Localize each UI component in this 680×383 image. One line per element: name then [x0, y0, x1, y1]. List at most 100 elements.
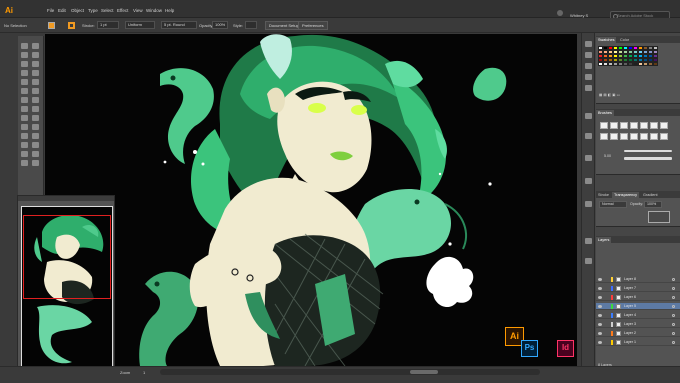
layer-target-icon[interactable] [672, 314, 675, 317]
brush-preset[interactable] [630, 133, 638, 140]
brush-preset[interactable] [660, 133, 668, 140]
blend-mode-select[interactable]: Normal [599, 201, 627, 208]
eyedropper-tool-icon[interactable] [21, 133, 28, 139]
layer-row[interactable]: Layer 4 [596, 312, 680, 319]
appearance-panel-icon[interactable] [585, 85, 592, 91]
brush-stroke-preview[interactable] [624, 157, 672, 160]
layer-target-icon[interactable] [672, 341, 675, 344]
brush-preset[interactable] [650, 122, 658, 129]
direct-selection-tool-icon[interactable] [32, 43, 39, 49]
type-tool-icon[interactable] [21, 70, 28, 76]
layer-row[interactable]: Layer 6 [596, 294, 680, 301]
fill-color-swatch[interactable] [48, 22, 55, 29]
menu-help[interactable]: Help [165, 6, 174, 16]
paintbrush-tool-icon[interactable] [32, 79, 39, 85]
eye-icon[interactable] [598, 332, 602, 335]
eye-icon[interactable] [598, 278, 602, 281]
menu-window[interactable]: Window [146, 6, 162, 16]
brush-preset[interactable] [660, 122, 668, 129]
graphic-style-picker[interactable] [245, 21, 257, 29]
shape-builder-tool-icon[interactable] [21, 115, 28, 121]
line-tool-icon[interactable] [32, 70, 39, 76]
navigator-view-frame[interactable] [23, 215, 111, 299]
layer-row[interactable]: Layer 8 [596, 276, 680, 283]
width-tool-icon[interactable] [21, 106, 28, 112]
preferences-button[interactable]: Preferences [298, 21, 328, 30]
opacity-field[interactable]: 100% [212, 21, 228, 29]
navigator-thumbnail[interactable] [21, 206, 113, 369]
pencil-tool-icon[interactable] [21, 88, 28, 94]
horizontal-scrollbar[interactable] [160, 369, 540, 375]
mesh-tool-icon[interactable] [21, 124, 28, 130]
swatch-library-icon[interactable]: ▦ ▤ ◧ ▣ ▭ [599, 93, 620, 97]
layer-target-icon[interactable] [672, 287, 675, 290]
tab-gradient[interactable]: Gradient [641, 192, 660, 198]
layer-row[interactable]: Layer 5 [596, 303, 680, 310]
brush-preset[interactable] [650, 133, 658, 140]
opacity-field[interactable]: 100% [644, 201, 662, 208]
eye-icon[interactable] [598, 305, 602, 308]
free-transform-tool-icon[interactable] [32, 106, 39, 112]
brush-stroke-preview[interactable] [624, 150, 672, 152]
lasso-tool-icon[interactable] [32, 52, 39, 58]
perspective-grid-tool-icon[interactable] [32, 115, 39, 121]
eye-icon[interactable] [598, 314, 602, 317]
artboard-tool-icon[interactable] [21, 151, 28, 157]
layer-row[interactable]: Layer 3 [596, 321, 680, 328]
scale-tool-icon[interactable] [32, 97, 39, 103]
tab-swatches[interactable]: Swatches [596, 37, 617, 43]
rotate-tool-icon[interactable] [21, 97, 28, 103]
transparency-panel-icon[interactable] [585, 178, 592, 184]
scrollbar-thumb[interactable] [410, 370, 438, 374]
color-swatch[interactable] [653, 62, 658, 66]
color-guide-panel-icon[interactable] [585, 52, 592, 58]
eraser-tool-icon[interactable] [32, 88, 39, 94]
layer-target-icon[interactable] [672, 278, 675, 281]
brush-preset[interactable] [600, 122, 608, 129]
menu-type[interactable]: Type [88, 6, 98, 16]
symbols-panel-icon[interactable] [585, 113, 592, 119]
slice-tool-icon[interactable] [32, 151, 39, 157]
tab-color[interactable]: Color [618, 37, 631, 43]
rectangle-tool-icon[interactable] [21, 79, 28, 85]
gradient-tool-icon[interactable] [32, 124, 39, 130]
pen-tool-icon[interactable] [21, 61, 28, 67]
brush-definition[interactable]: 5 pt. Round [161, 21, 197, 29]
graph-tool-icon[interactable] [32, 142, 39, 148]
graphic-styles-panel-icon[interactable] [585, 133, 592, 139]
brush-preset[interactable] [600, 133, 608, 140]
eye-icon[interactable] [598, 296, 602, 299]
artboard-number[interactable]: 1 [143, 370, 145, 376]
curvature-tool-icon[interactable] [32, 61, 39, 67]
swatch-grid[interactable] [598, 46, 658, 70]
menu-effect[interactable]: Effect [117, 6, 128, 16]
tab-stroke[interactable]: Stroke [596, 192, 611, 198]
properties-panel-icon[interactable] [585, 74, 592, 80]
layer-row[interactable]: Layer 7 [596, 285, 680, 292]
brush-preset[interactable] [630, 122, 638, 129]
brush-preset[interactable] [610, 122, 618, 129]
gradient-panel-icon[interactable] [585, 201, 592, 207]
brush-preset[interactable] [610, 133, 618, 140]
stroke-color-swatch[interactable] [68, 22, 75, 29]
artboards-panel-icon[interactable] [585, 258, 592, 264]
tab-brushes[interactable]: Brushes [596, 110, 614, 116]
menu-file[interactable]: File [47, 6, 54, 16]
whats-new-bulb-icon[interactable] [557, 10, 563, 16]
brush-preset[interactable] [620, 133, 628, 140]
eye-icon[interactable] [598, 323, 602, 326]
opacity-mask-thumbnail[interactable] [648, 211, 670, 223]
menu-edit[interactable]: Edit [58, 6, 66, 16]
artboard-canvas[interactable] [45, 34, 577, 366]
hand-tool-icon[interactable] [21, 160, 28, 166]
tab-layers[interactable]: Layers [596, 237, 612, 243]
stroke-weight-field[interactable]: 1 pt [97, 21, 119, 29]
menu-view[interactable]: View [133, 6, 143, 16]
layer-target-icon[interactable] [672, 332, 675, 335]
eye-icon[interactable] [598, 287, 602, 290]
brush-preset[interactable] [640, 122, 648, 129]
layers-panel-icon[interactable] [585, 238, 592, 244]
libraries-panel-icon[interactable] [585, 63, 592, 69]
magic-wand-tool-icon[interactable] [21, 52, 28, 58]
layer-target-icon[interactable] [672, 305, 675, 308]
